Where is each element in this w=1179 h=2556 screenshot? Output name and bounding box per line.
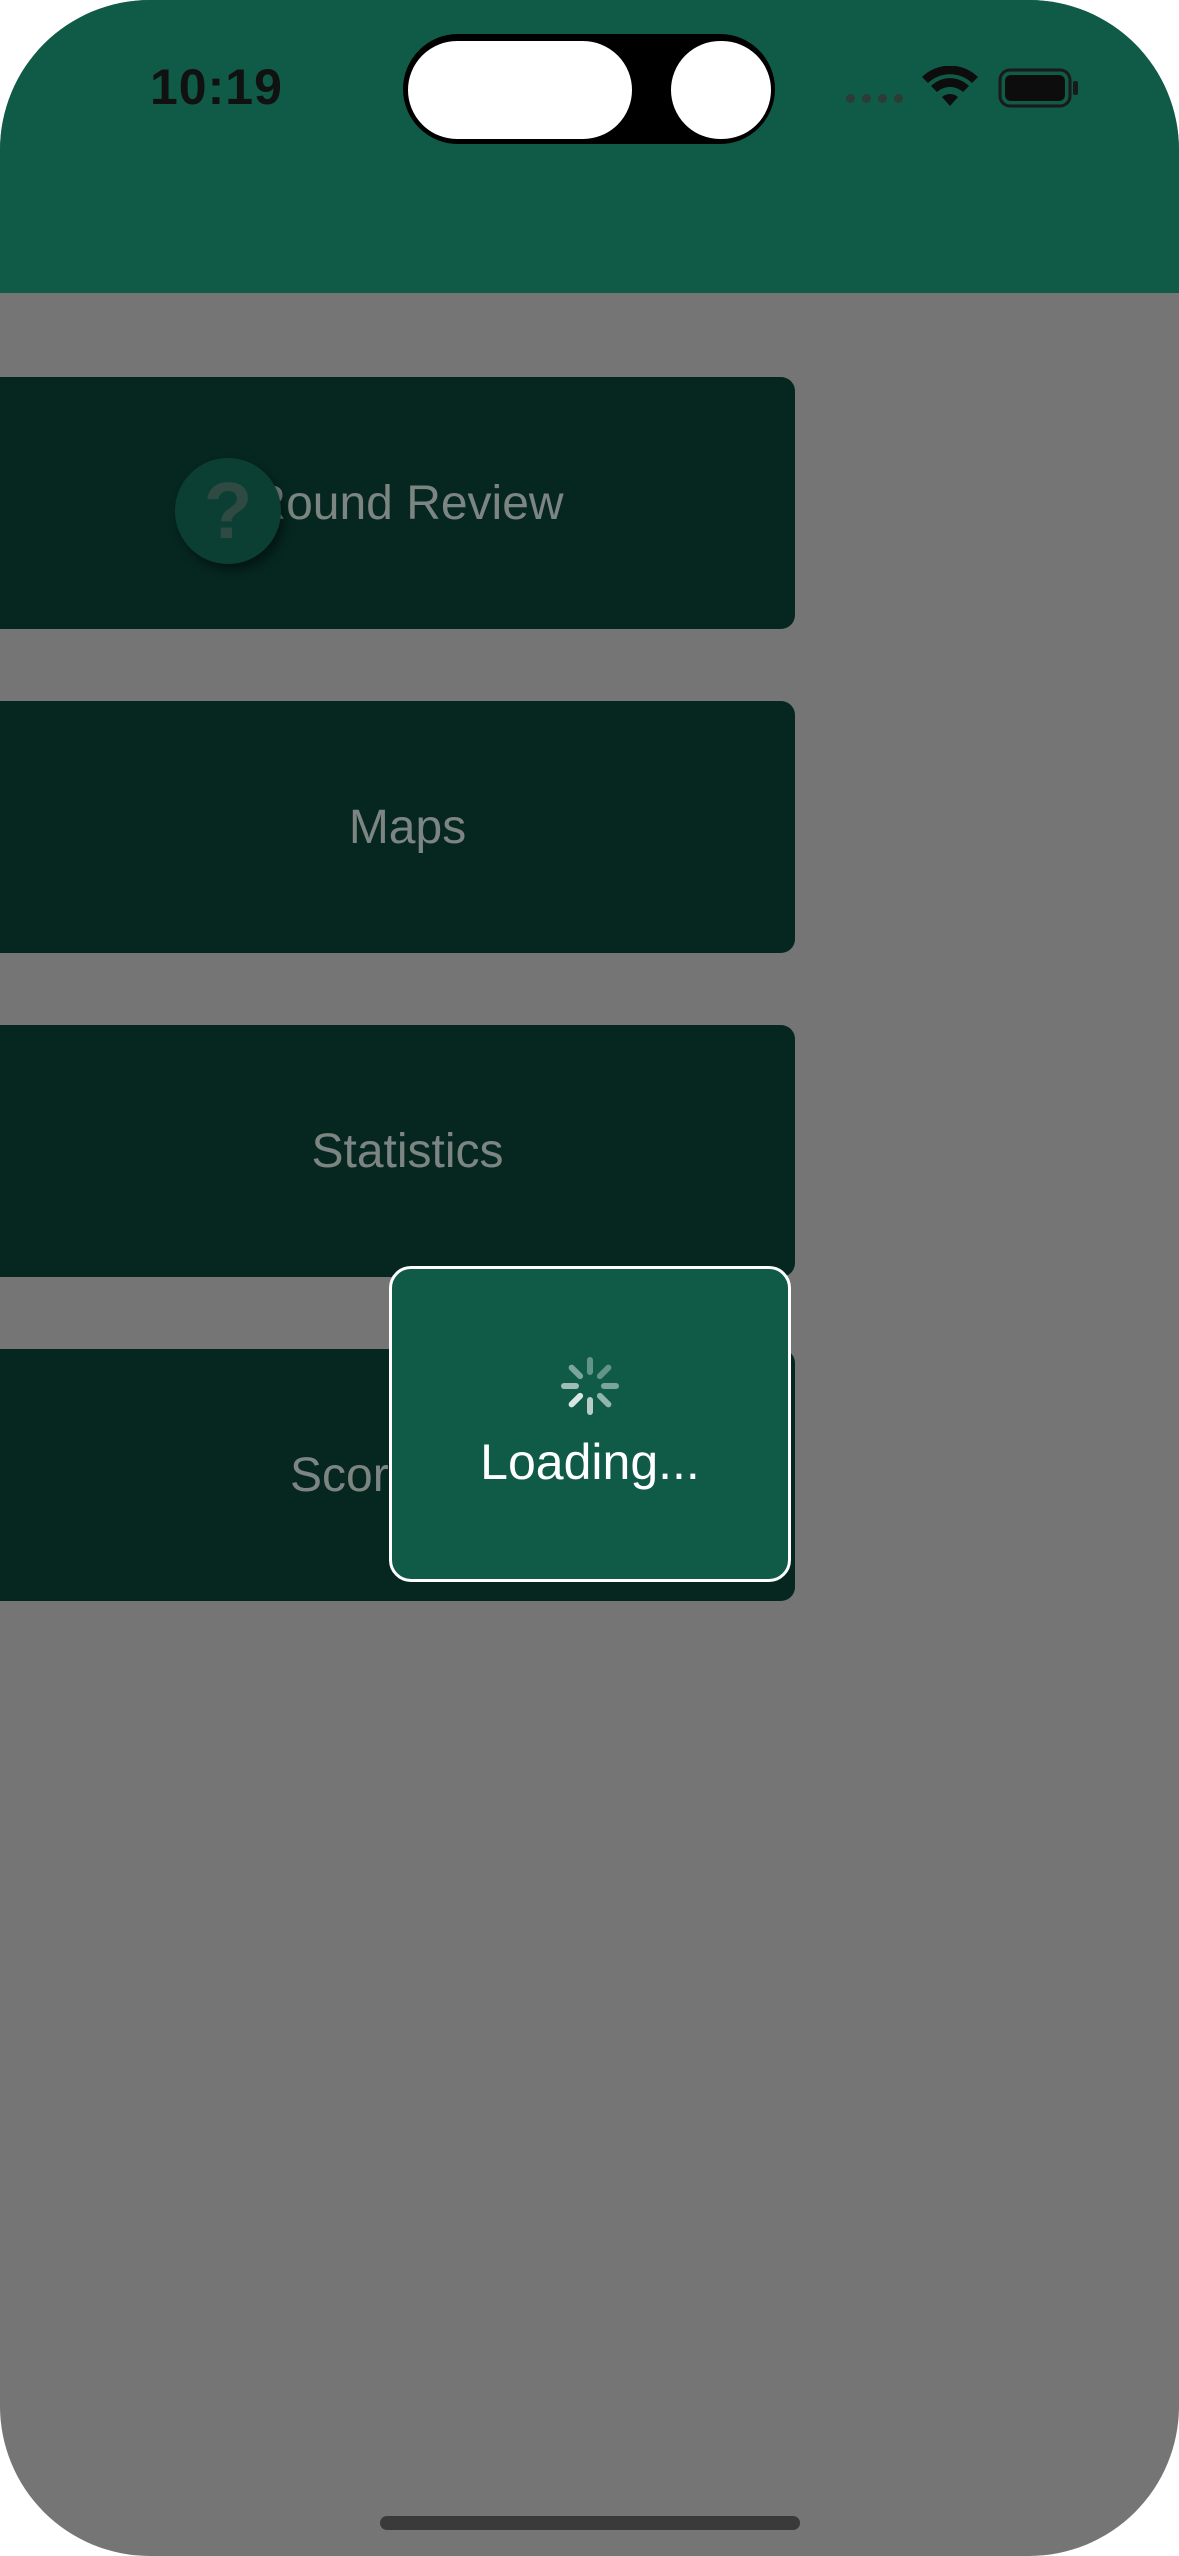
home-indicator[interactable] (380, 2516, 800, 2530)
wifi-icon (922, 66, 978, 106)
maps-button[interactable]: Maps (0, 701, 795, 953)
statistics-button[interactable]: Statistics (0, 1025, 795, 1277)
round-review-button[interactable]: Round Review (0, 377, 795, 629)
scorecard-label: Scor (290, 1448, 389, 1502)
spinner-icon (561, 1357, 619, 1415)
loading-text: Loading... (480, 1434, 700, 1490)
maps-label: Maps (348, 800, 467, 854)
cellular-signal-icon (846, 94, 906, 104)
question-mark-icon: ? (203, 466, 253, 555)
app-screen: 10:19 Round Review Maps Statistics Scor … (0, 0, 1179, 2556)
dynamic-island-pill (405, 38, 635, 142)
round-review-label: Round Review (251, 476, 564, 530)
help-button[interactable]: ? (175, 458, 281, 564)
status-time: 10:19 (150, 59, 283, 115)
battery-icon (998, 68, 1078, 108)
dynamic-island-dot (668, 38, 774, 142)
loading-dialog: Loading... (389, 1266, 791, 1582)
statistics-label: Statistics (311, 1124, 504, 1178)
